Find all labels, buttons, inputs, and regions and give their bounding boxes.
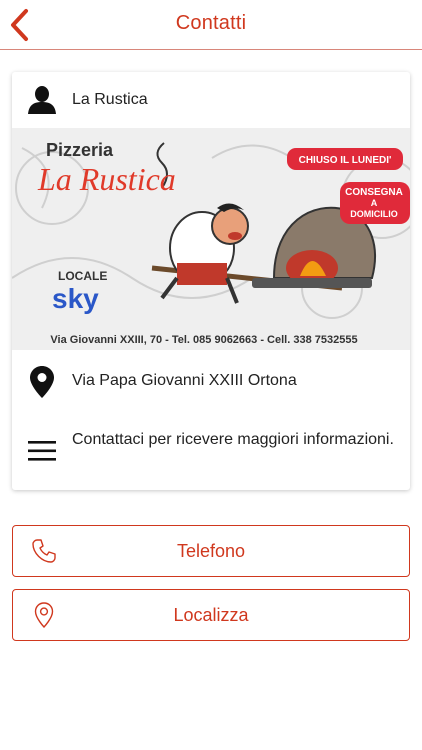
locate-button[interactable]: Localizza	[12, 589, 410, 641]
page-title: Contatti	[175, 12, 247, 34]
nav-bar: Contatti	[0, 0, 422, 50]
address-row: Via Papa Giovanni XXIII Ortona	[12, 356, 410, 404]
delivery-badge-line3: DOMICILIO	[350, 209, 398, 219]
delivery-badge-line2: A	[371, 198, 378, 208]
location-pin-icon	[30, 366, 54, 398]
info-text: Contattaci per ricevere maggiori informa…	[72, 431, 394, 448]
photo-heading: Pizzeria	[46, 140, 114, 160]
restaurant-photo: Pizzeria La Rustica CHIUSO IL LUNEDI' CO…	[12, 128, 410, 350]
menu-lines-icon	[28, 441, 56, 461]
sky-top-text: LOCALE	[58, 269, 107, 283]
restaurant-photo-art: Pizzeria La Rustica CHIUSO IL LUNEDI' CO…	[12, 128, 410, 350]
info-row: Contattaci per ricevere maggiori informa…	[12, 422, 410, 482]
business-name-row: La Rustica	[12, 72, 410, 128]
photo-footer: Via Giovanni XXIII, 70 - Tel. 085 906266…	[50, 334, 357, 346]
locate-button-label: Localizza	[173, 605, 249, 625]
business-name: La Rustica	[72, 91, 148, 108]
phone-button[interactable]: Telefono	[12, 525, 410, 577]
address-text: Via Papa Giovanni XXIII Ortona	[72, 372, 297, 389]
sky-logo: sky	[52, 283, 99, 314]
photo-brand: La Rustica	[37, 161, 176, 197]
contact-card: La Rustica Pizzeria La Rustica CHIUSO IL…	[12, 72, 410, 490]
person-icon	[28, 86, 56, 114]
phone-button-label: Telefono	[176, 541, 246, 561]
delivery-badge-line1: CONSEGNA	[345, 187, 403, 198]
closed-badge-text: CHIUSO IL LUNEDI'	[299, 155, 392, 166]
